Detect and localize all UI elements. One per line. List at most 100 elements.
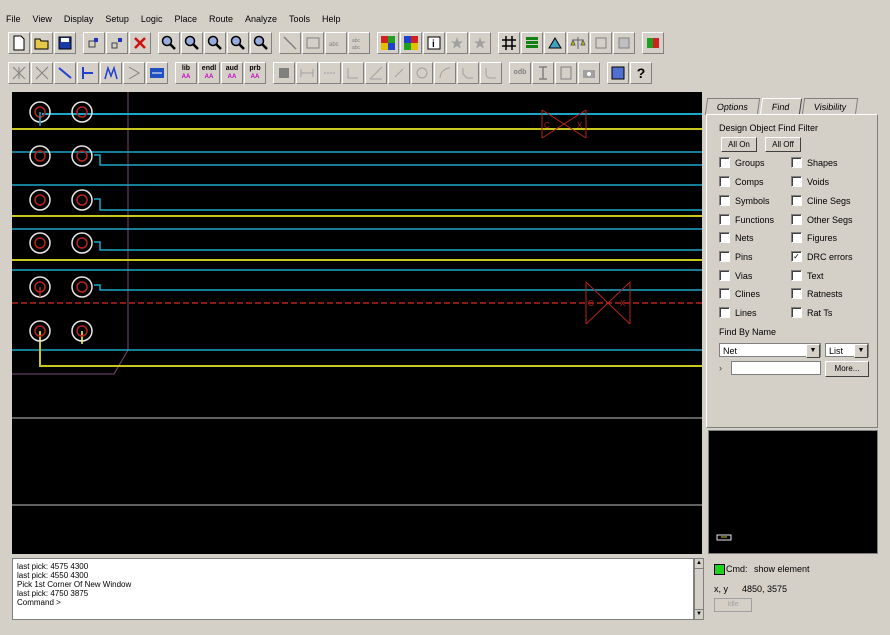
fanout-button[interactable] — [123, 62, 145, 84]
menu-setup[interactable]: Setup — [99, 14, 135, 24]
library-button[interactable]: lib AA — [175, 62, 197, 84]
menu-analyze[interactable]: Analyze — [239, 14, 283, 24]
probe-button[interactable]: prb AA — [244, 62, 266, 84]
console-scrollbar[interactable]: ▲ ▼ — [694, 558, 704, 620]
checkbox[interactable] — [791, 176, 802, 187]
filter-rat-ts[interactable]: Rat Ts — [791, 307, 832, 318]
filter-comps[interactable]: Comps — [719, 176, 764, 187]
zoom-in-button[interactable] — [158, 32, 180, 54]
calc-button[interactable] — [607, 62, 629, 84]
more-button[interactable]: More... — [825, 361, 869, 377]
command-prompt[interactable]: Command > — [17, 598, 689, 607]
filter-other-segs[interactable]: Other Segs — [791, 214, 853, 225]
new-file-button[interactable] — [8, 32, 30, 54]
tab-options[interactable]: Options — [704, 98, 761, 115]
menu-tools[interactable]: Tools — [283, 14, 316, 24]
drc-marker[interactable]: C X — [585, 281, 631, 325]
checkbox[interactable] — [791, 288, 802, 299]
tab-find[interactable]: Find — [759, 98, 802, 115]
checkbox[interactable] — [719, 214, 730, 225]
dim-button-1[interactable] — [296, 62, 318, 84]
zoom-previous-button[interactable] — [227, 32, 249, 54]
rats-button[interactable] — [31, 62, 53, 84]
checkbox[interactable] — [719, 157, 730, 168]
filter-lines[interactable]: Lines — [719, 307, 757, 318]
checkbox[interactable] — [791, 232, 802, 243]
add-connect-button[interactable] — [54, 62, 76, 84]
circle-button[interactable] — [411, 62, 433, 84]
menu-file[interactable]: File — [0, 14, 27, 24]
checkbox[interactable] — [719, 251, 730, 262]
filter-text[interactable]: Text — [791, 270, 824, 281]
constraint-button[interactable] — [567, 32, 589, 54]
grid-button[interactable] — [498, 32, 520, 54]
window-button[interactable] — [590, 32, 612, 54]
filter-figures[interactable]: Figures — [791, 232, 837, 243]
filter-clines[interactable]: Clines — [719, 288, 760, 299]
color-button[interactable] — [377, 32, 399, 54]
component-button[interactable] — [642, 32, 664, 54]
zoom-world-button[interactable] — [250, 32, 272, 54]
dim-button-2[interactable] — [319, 62, 341, 84]
checkbox[interactable] — [791, 214, 802, 225]
filter-cline-segs[interactable]: Cline Segs — [791, 195, 851, 206]
change-text-button[interactable]: abc abc — [348, 32, 370, 54]
filter-vias[interactable]: Vias — [719, 270, 752, 281]
design-canvas[interactable]: C X C X — [12, 92, 702, 554]
open-file-button[interactable] — [31, 32, 53, 54]
add-line-button[interactable] — [279, 32, 301, 54]
audit-button[interactable]: aud AA — [221, 62, 243, 84]
filter-nets[interactable]: Nets — [719, 232, 754, 243]
chamfer-button[interactable] — [457, 62, 479, 84]
checkbox[interactable] — [791, 195, 802, 206]
filter-shapes[interactable]: Shapes — [791, 157, 838, 168]
arc-button[interactable] — [434, 62, 456, 84]
all-on-button[interactable]: All On — [721, 137, 757, 152]
visibility-button[interactable] — [400, 32, 422, 54]
idle-button[interactable]: Idle — [714, 598, 752, 612]
filter-symbols[interactable]: Symbols — [719, 195, 770, 206]
help-button[interactable]: ? — [630, 62, 652, 84]
find-name-input[interactable] — [731, 361, 821, 375]
pick-button[interactable] — [83, 32, 105, 54]
place-button[interactable] — [273, 62, 295, 84]
add-rect-button[interactable] — [302, 32, 324, 54]
filter-voids[interactable]: Voids — [791, 176, 829, 187]
property-button[interactable] — [532, 62, 554, 84]
dehighlight-button[interactable] — [469, 32, 491, 54]
delete-button[interactable] — [129, 32, 151, 54]
checkbox[interactable] — [719, 270, 730, 281]
report-button[interactable] — [555, 62, 577, 84]
world-view[interactable] — [708, 430, 878, 554]
menu-route[interactable]: Route — [203, 14, 239, 24]
checkbox[interactable] — [791, 270, 802, 281]
menu-view[interactable]: View — [27, 14, 58, 24]
angle-button[interactable] — [365, 62, 387, 84]
endl-button[interactable]: endl AA — [198, 62, 220, 84]
dim-button-3[interactable] — [342, 62, 364, 84]
highlight-button[interactable] — [446, 32, 468, 54]
menu-help[interactable]: Help — [316, 14, 347, 24]
find-mode-select[interactable]: List ▼ — [825, 343, 869, 358]
info-button[interactable]: i — [423, 32, 445, 54]
checkbox[interactable] — [719, 176, 730, 187]
checkbox-checked[interactable]: ✓ — [791, 251, 802, 262]
save-button[interactable] — [54, 32, 76, 54]
filter-ratnests[interactable]: Ratnests — [791, 288, 843, 299]
checkbox[interactable] — [719, 288, 730, 299]
checkbox[interactable] — [791, 307, 802, 318]
menu-place[interactable]: Place — [168, 14, 203, 24]
autoroute-button[interactable] — [146, 62, 168, 84]
filter-drc-errors[interactable]: ✓ DRC errors — [791, 251, 853, 262]
frame-button[interactable] — [613, 32, 635, 54]
zoom-fit-button[interactable] — [204, 32, 226, 54]
filter-pins[interactable]: Pins — [719, 251, 753, 262]
checkbox[interactable] — [719, 307, 730, 318]
camera-button[interactable] — [578, 62, 600, 84]
add-text-button[interactable]: abc — [325, 32, 347, 54]
spread-button[interactable] — [100, 62, 122, 84]
menu-logic[interactable]: Logic — [135, 14, 169, 24]
point-button[interactable] — [388, 62, 410, 84]
unrats-button[interactable] — [8, 62, 30, 84]
checkbox[interactable] — [791, 157, 802, 168]
